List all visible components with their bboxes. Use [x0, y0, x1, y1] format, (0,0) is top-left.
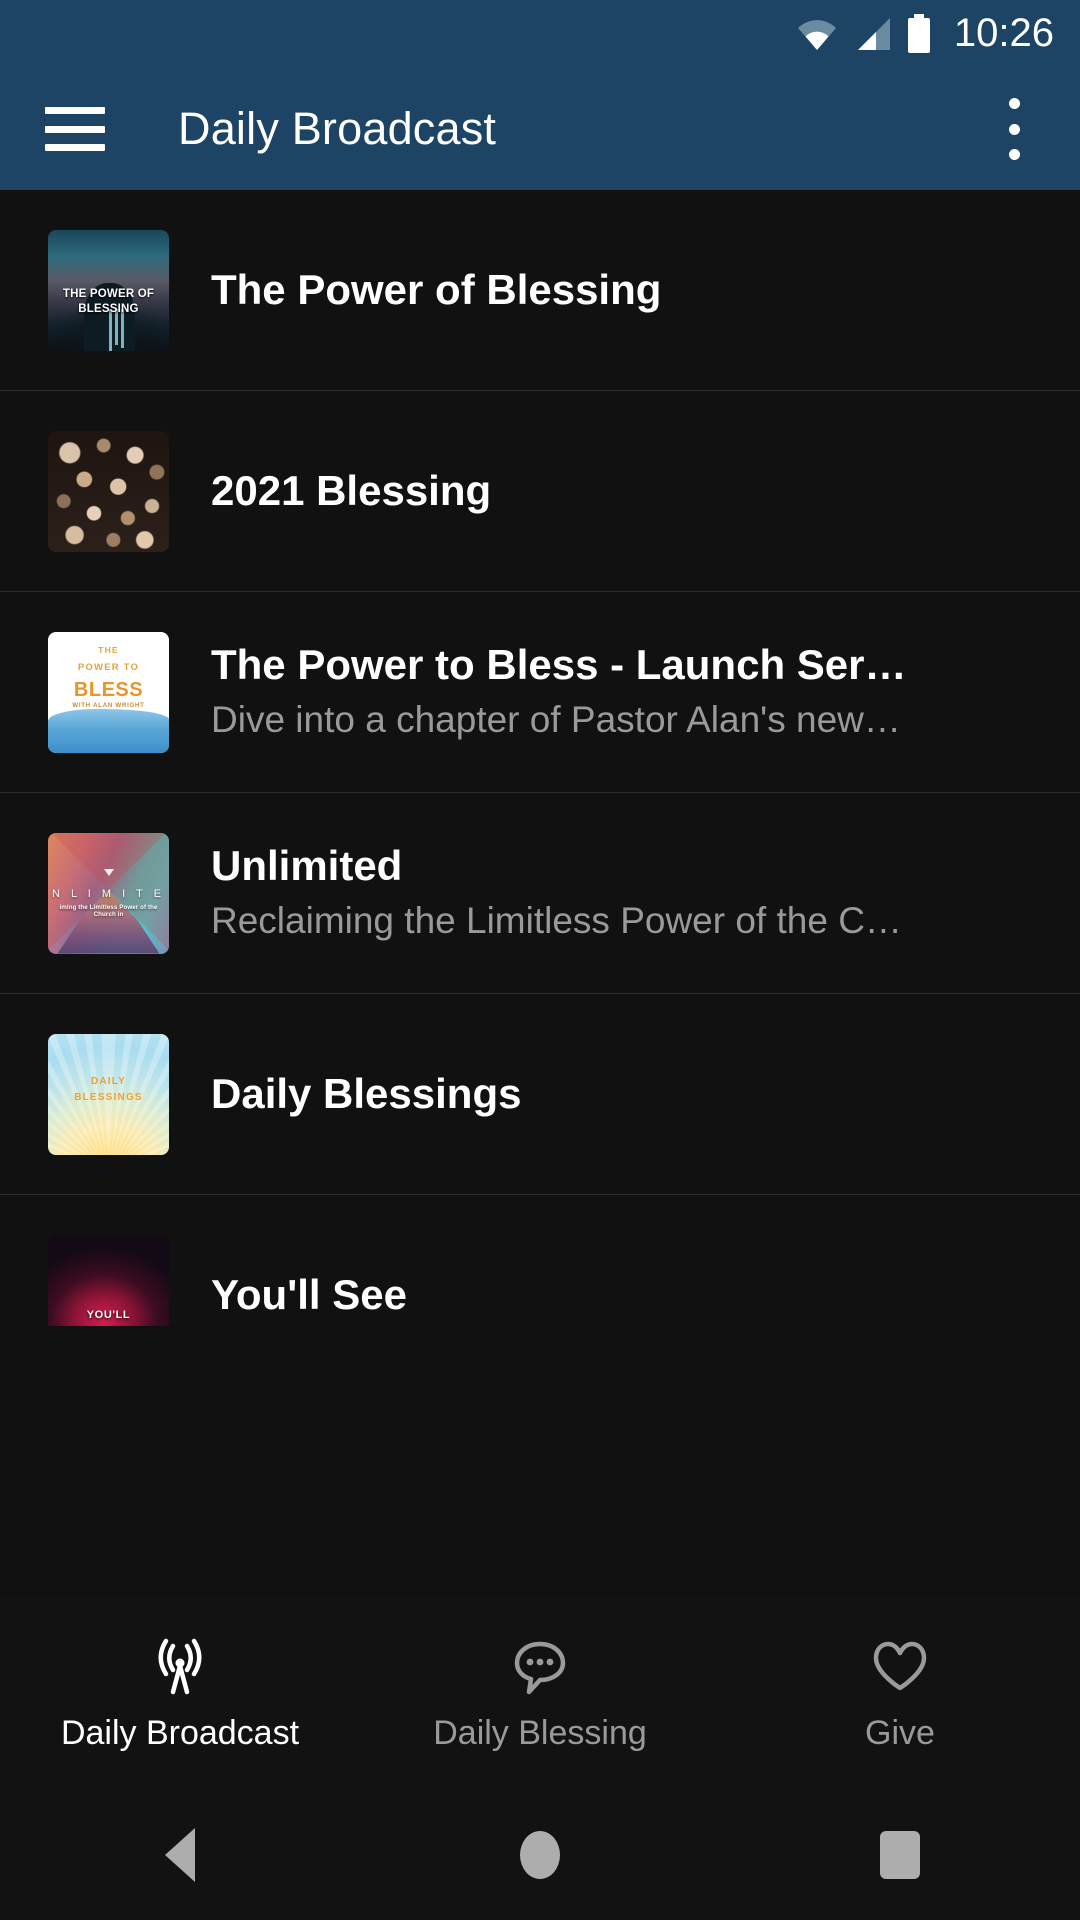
list-item-title: Unlimited	[211, 842, 403, 890]
tab-daily-broadcast[interactable]: Daily Broadcast	[0, 1596, 360, 1790]
list-item-subtitle: Reclaiming the Limitless Power of the C…	[211, 900, 902, 942]
broadcast-antenna-icon	[149, 1636, 211, 1698]
list-item-text: The Power to Bless - Launch Ser… Dive in…	[211, 641, 1080, 742]
list-item[interactable]: THE POWER TO BLESS WITH ALAN WRIGHT The …	[0, 592, 1080, 793]
thumbnail-line: iming the Limitless Power of the Church …	[59, 904, 158, 918]
chat-bubble-icon	[509, 1636, 571, 1698]
tab-daily-blessing[interactable]: Daily Blessing	[360, 1596, 720, 1790]
status-bar-clock: 10:26	[953, 11, 1054, 55]
home-button[interactable]	[480, 1790, 600, 1920]
thumbnail-line: WITH ALAN WRIGHT	[72, 702, 145, 709]
the-power-of-blessing-artwork: THE POWER OF BLESSING	[48, 229, 169, 351]
daily-blessings-artwork: DAILY BLESSINGS	[48, 1033, 169, 1155]
list-item-text: 2021 Blessing	[211, 467, 1080, 514]
thumbnail-line: BLESSING	[78, 303, 139, 316]
app-bar: Daily Broadcast	[0, 68, 1080, 190]
thumbnail-line: YOU'LL	[86, 1308, 131, 1321]
list-item-title: The Power to Bless - Launch Ser…	[211, 641, 907, 689]
broadcast-list[interactable]: THE POWER OF BLESSING The Power of Bless…	[0, 190, 1080, 1326]
thumbnail-line: THE	[98, 645, 119, 656]
list-item-text: Daily Blessings	[211, 1070, 1080, 1117]
tab-give[interactable]: Give	[720, 1596, 1080, 1790]
tab-label: Daily Blessing	[433, 1714, 647, 1752]
overflow-menu-icon[interactable]	[992, 98, 1036, 160]
youll-see-artwork: YOU'LL SEE	[48, 1234, 169, 1326]
cellular-signal-icon	[857, 18, 890, 50]
list-item-title: The Power of Blessing	[211, 266, 662, 314]
list-item-subtitle: Dive into a chapter of Pastor Alan's new…	[211, 699, 901, 741]
list-item-text: Unlimited Reclaiming the Limitless Power…	[211, 842, 1080, 943]
back-triangle-icon	[165, 1828, 195, 1882]
phone-screen: 10:26 Daily Broadcast THE POWER OF BLESS…	[0, 0, 1080, 1920]
list-item-title: You'll See	[211, 1271, 407, 1319]
list-item[interactable]: YOU'LL SEE You'll See	[0, 1195, 1080, 1326]
back-button[interactable]	[120, 1790, 240, 1920]
bottom-tab-bar: Daily Broadcast Daily Blessing Give	[0, 1596, 1080, 1790]
recents-square-icon	[880, 1831, 920, 1879]
2021-blessing-artwork	[48, 430, 169, 552]
list-item-title: 2021 Blessing	[211, 467, 492, 515]
list-item[interactable]: 2021 Blessing	[0, 391, 1080, 592]
thumbnail-line: POWER TO	[77, 661, 140, 673]
thumbnail-line: DAILY	[90, 1076, 127, 1088]
thumbnail-line: N L I M I T E	[52, 888, 165, 901]
list-item-text: The Power of Blessing	[211, 266, 1080, 313]
thumbnail-line: BLESSINGS	[74, 1091, 143, 1103]
unlimited-artwork: N L I M I T E iming the Limitless Power …	[48, 832, 169, 954]
recents-button[interactable]	[840, 1790, 960, 1920]
wifi-icon	[797, 20, 836, 50]
the-power-to-bless-artwork: THE POWER TO BLESS WITH ALAN WRIGHT	[48, 631, 169, 753]
system-navigation-bar	[0, 1790, 1080, 1920]
thumbnail-line: BLESS	[73, 678, 144, 701]
heart-icon	[869, 1636, 931, 1698]
list-item-title: Daily Blessings	[211, 1070, 522, 1118]
tab-label: Give	[865, 1714, 935, 1752]
hamburger-menu-icon[interactable]	[45, 107, 105, 151]
battery-icon	[907, 14, 930, 53]
list-item[interactable]: THE POWER OF BLESSING The Power of Bless…	[0, 190, 1080, 391]
list-item[interactable]: N L I M I T E iming the Limitless Power …	[0, 793, 1080, 994]
thumbnail-line: THE POWER OF	[62, 287, 155, 300]
tab-label: Daily Broadcast	[60, 1714, 300, 1752]
list-item[interactable]: DAILY BLESSINGS Daily Blessings	[0, 994, 1080, 1195]
list-item-text: You'll See	[211, 1271, 1080, 1318]
page-title: Daily Broadcast	[178, 103, 497, 154]
status-bar: 10:26	[0, 0, 1080, 68]
home-circle-icon	[520, 1831, 560, 1879]
